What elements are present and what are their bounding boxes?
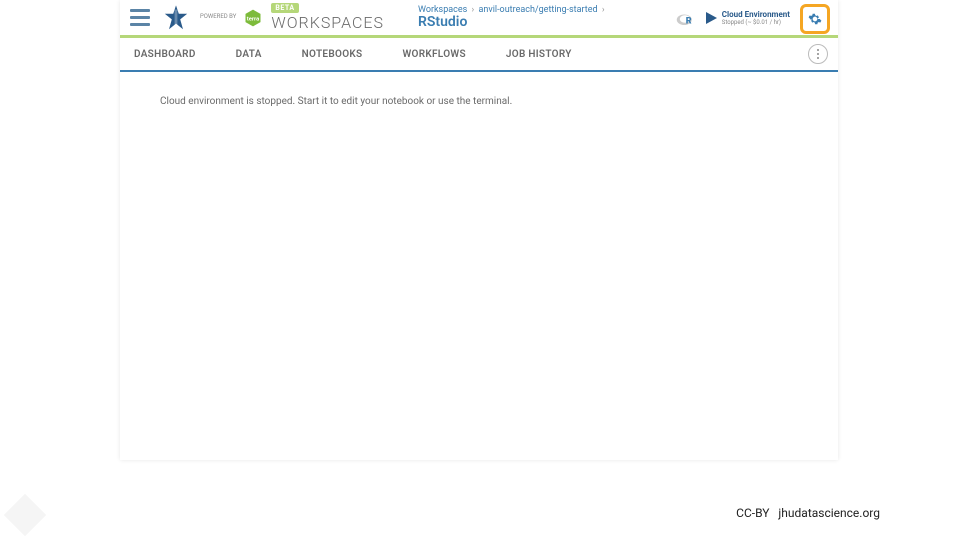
tab-notebooks[interactable]: NOTEBOOKS [302,49,363,60]
workspaces-title: WORKSPACES [271,13,384,32]
content-area: Cloud environment is stopped. Start it t… [120,72,838,131]
r-icon[interactable]: R [676,12,694,26]
more-options-button[interactable] [808,44,828,64]
anvil-logo [162,4,190,32]
site-label: jhudatascience.org [778,506,880,520]
stopped-message: Cloud environment is stopped. Start it t… [160,96,512,107]
workspaces-brand: BETA WORKSPACES [271,3,384,32]
play-icon [704,10,718,29]
beta-badge: BETA [271,3,298,13]
tab-job-history[interactable]: JOB HISTORY [506,49,572,60]
menu-button[interactable] [130,9,150,26]
svg-text:R: R [686,17,692,27]
tab-workflows[interactable]: WORKFLOWS [402,49,465,60]
svg-text:terra: terra [247,16,259,22]
license-label: CC-BY [736,506,769,520]
powered-by-label: Powered by [200,14,236,21]
breadcrumb: Workspaces › anvil-outreach/getting-star… [418,5,607,30]
tab-data[interactable]: DATA [236,49,262,60]
tab-dashboard[interactable]: DASHBOARD [134,49,196,60]
terra-logo: terra [243,8,263,28]
app-window: Powered by terra BETA WORKSPACES Workspa… [120,0,838,460]
breadcrumb-current: RStudio [418,14,607,30]
header-bar: Powered by terra BETA WORKSPACES Workspa… [120,0,838,38]
cloud-settings-button[interactable] [800,4,830,34]
header-right: R Cloud Environment Stopped (~ $0.01 / h… [676,0,830,38]
tab-bar: DASHBOARD DATA NOTEBOOKS WORKFLOWS JOB H… [120,38,838,72]
footer-attribution: CC-BY jhudatascience.org [736,506,880,520]
cloud-env-status: Stopped (~ $0.01 / hr) [722,20,790,27]
watermark-icon [0,490,50,544]
cloud-environment-status[interactable]: Cloud Environment Stopped (~ $0.01 / hr) [704,10,790,29]
gear-icon [808,12,822,26]
